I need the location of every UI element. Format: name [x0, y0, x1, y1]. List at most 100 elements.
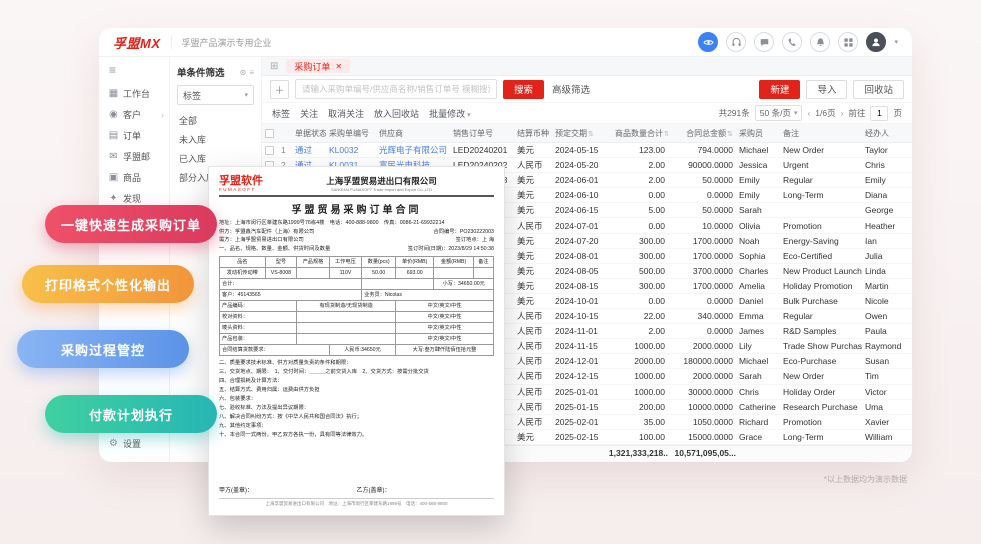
cell-note: Long-Term [783, 190, 824, 201]
column-header[interactable]: 结算币种 [514, 128, 552, 139]
close-icon[interactable]: ✕ [335, 62, 342, 71]
cell-note: Holiday Order [783, 386, 836, 397]
create-button[interactable]: 新建 [759, 79, 801, 99]
cell-handler: Owen [865, 311, 888, 322]
sidebar-item-products[interactable]: ▣ 商品 [99, 167, 169, 188]
filter-item[interactable]: 未入库 [177, 130, 254, 149]
cell-currency: 美元 [517, 431, 535, 442]
column-header[interactable]: 采购单编号 [326, 128, 376, 139]
cell-po[interactable]: KL0032 [326, 145, 376, 155]
prev-page-button[interactable]: ‹ [807, 108, 810, 118]
cell-qty: 500.00 [639, 265, 665, 276]
search-input[interactable] [295, 79, 497, 99]
cell-buyer: Michael [739, 356, 769, 367]
cell-supplier[interactable]: 光辉电子有限公司 [376, 144, 450, 156]
cell-note: New Order [783, 145, 825, 156]
cell-buyer: Sarah [739, 205, 762, 216]
cell-qty: 2000.00 [634, 356, 665, 367]
user-avatar[interactable] [866, 32, 887, 52]
tabs-grid-icon[interactable]: ⊞ [270, 61, 278, 72]
contract-term: 五、结算方式、费用归属：运费由供方负担 [219, 386, 320, 393]
column-header[interactable]: 商品数量合计⇅ [612, 128, 668, 139]
batch-action[interactable]: 放入回收站 [374, 107, 419, 120]
cell-currency: 美元 [517, 295, 535, 306]
cell-date: 2025-02-01 [555, 416, 599, 427]
cell-handler: Heather [865, 220, 896, 231]
select-all-checkbox[interactable] [265, 128, 274, 138]
contract-title: 孚盟贸易采购订单合同 [291, 205, 422, 217]
contract-term: 二、质量要求技术标准、供方对质量负责的条件和期限： [219, 359, 352, 366]
column-header[interactable]: 供应商 [376, 128, 450, 139]
apps-grid-icon[interactable] [838, 32, 859, 52]
column-header[interactable]: 单据状态 [292, 128, 326, 139]
tab-purchase-orders[interactable]: 采购订单 ✕ [286, 59, 351, 73]
page-background: 孚盟MX 孚盟产品演示专用企业 ▾ ≡ ▦ 工作台 ◉ 客户 › ▤ 订单 ✉ … [0, 0, 981, 544]
batch-action[interactable]: 标签 [272, 107, 290, 120]
cell-qty: 2.00 [648, 326, 665, 337]
cell-date: 2024-05-15 [555, 145, 599, 156]
cell-note: New Order [783, 371, 825, 382]
cell-handler: Paula [865, 326, 887, 337]
contract-footer: 上海孚盟贸易进出口有限公司 地址：上海市闵行区莘建东路1999号 电话：400-… [219, 498, 494, 507]
cell-handler: Nicole [865, 295, 889, 306]
customers-icon: ◉ [109, 109, 118, 120]
sidebar-item-workbench[interactable]: ▦ 工作台 [99, 83, 169, 104]
contract-sign-time: 签订时间(日期)：2023/8/29 14:50:38 [407, 245, 494, 252]
goto-page-input[interactable] [870, 105, 889, 121]
sidebar-item-settings[interactable]: ⚙ 设置 [99, 433, 169, 454]
advanced-filter-button[interactable]: 高级筛选 [552, 82, 590, 96]
column-header[interactable]: 销售订单号 [450, 128, 514, 139]
recycle-bin-button[interactable]: 回收站 [853, 79, 904, 99]
next-page-button[interactable]: › [841, 108, 844, 118]
cell-qty: 123.00 [639, 145, 665, 156]
cell-amount: 2000.0000 [692, 371, 733, 382]
table-row[interactable]: 1 通过 KL0032 光辉电子有限公司 LED20240201 美元 2024-05-15… [262, 143, 912, 159]
cell-currency: 美元 [517, 265, 535, 276]
cell-amount: 90000.0000 [688, 160, 733, 171]
total-count: 共291条 [718, 108, 750, 118]
sidebar-item-fumeng-mail[interactable]: ✉ 孚盟邮 [99, 146, 169, 167]
sort-icon[interactable]: ⇅ [588, 131, 594, 138]
cell-qty: 0.00 [648, 295, 665, 306]
bell-icon[interactable] [810, 32, 831, 52]
batch-action[interactable]: 关注 [300, 107, 318, 120]
column-header[interactable]: 备注 [780, 128, 862, 139]
contract-company-en: SANGHAI FUMASOFT Trade Import and Export… [331, 187, 432, 193]
headset-icon[interactable] [726, 32, 747, 52]
sort-icon[interactable]: ⇅ [727, 131, 733, 138]
cell-status[interactable]: 通过 [292, 144, 326, 156]
cell-qty: 1000.00 [634, 386, 665, 397]
chevron-down-icon: ▾ [467, 111, 471, 119]
contract-letterhead: 孚盟软件 FUMASOFT 上海孚盟贸易进出口有限公司 SANGHAI FUMA… [219, 175, 494, 198]
cell-buyer: Grace [739, 431, 763, 442]
eye-icon[interactable] [698, 32, 719, 52]
gear-icon: ⚙ [109, 438, 118, 449]
row-checkbox[interactable] [265, 146, 274, 156]
column-header[interactable]: 采购员 [736, 128, 780, 139]
cell-note: New Product Launch [783, 265, 862, 276]
column-header[interactable]: 经办人 [862, 128, 906, 139]
chevron-down-icon[interactable]: ▾ [894, 38, 898, 46]
list-icon[interactable]: ≡ [249, 68, 254, 77]
column-header[interactable]: 合同总金额⇅ [668, 128, 736, 139]
phone-icon[interactable] [782, 32, 803, 52]
add-filter-scheme-button[interactable]: ＋ [270, 79, 289, 99]
cell-handler: Susan [865, 356, 890, 367]
page-size-select[interactable]: 50 条/页 ▾ [754, 105, 803, 121]
column-header[interactable]: 预定交期⇅ [552, 128, 612, 139]
target-icon[interactable]: ⊙ [240, 68, 247, 77]
chat-icon[interactable] [754, 32, 775, 52]
table-header: 单据状态 采购单编号 供应商 销售订单号 结算币种 预定交期⇅ 商品数量合计⇅ 合同总金额⇅ 采… [262, 124, 912, 143]
sidebar-item-customers[interactable]: ◉ 客户 › [99, 104, 169, 125]
sidebar-item-orders[interactable]: ▤ 订单 [99, 125, 169, 146]
import-button[interactable]: 导入 [806, 79, 848, 99]
tag-filter-select[interactable]: 标签 ▾ [177, 85, 254, 105]
filter-item[interactable]: 全部 [177, 111, 254, 130]
batch-action[interactable]: 取消关注 [328, 107, 364, 120]
menu-toggle-icon[interactable]: ≡ [99, 62, 169, 83]
cell-date: 2024-11-15 [555, 341, 598, 352]
search-button[interactable]: 搜索 [503, 79, 545, 99]
cell-date: 2024-07-01 [555, 220, 599, 231]
cell-currency: 人民币 [517, 386, 543, 397]
batch-action[interactable]: 批量修改 ▾ [429, 107, 471, 120]
